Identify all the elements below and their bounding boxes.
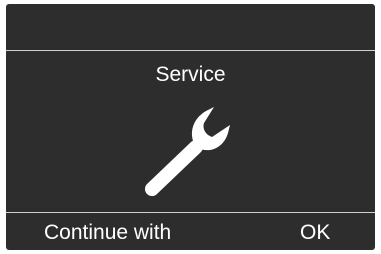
display-screen: Service Continue with OK [6, 4, 375, 250]
status-bar [6, 4, 375, 50]
bottom-divider [6, 212, 375, 213]
top-divider [6, 50, 375, 51]
wrench-icon [145, 107, 230, 196]
page-title: Service [155, 63, 226, 86]
continue-with-softkey[interactable]: Continue with [44, 220, 171, 246]
ok-softkey[interactable]: OK [300, 220, 330, 246]
